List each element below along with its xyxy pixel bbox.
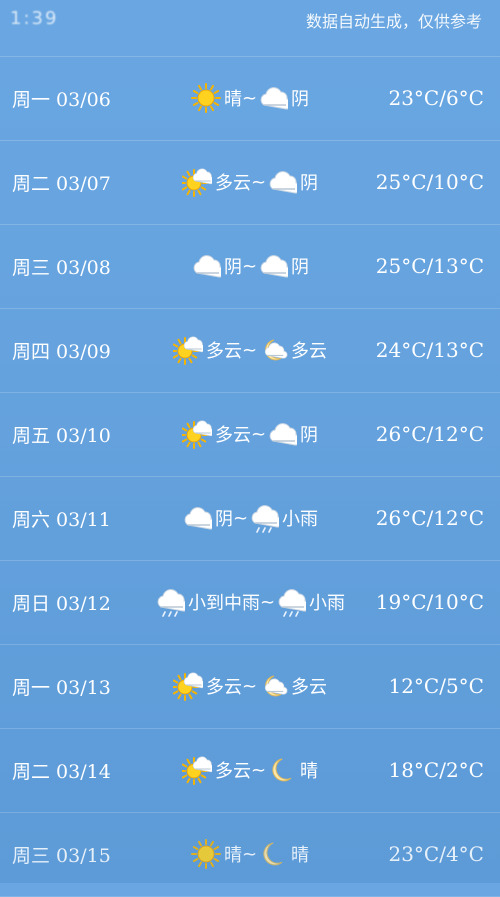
forecast-date: 周三 03/08 [12,256,111,279]
sun-icon [190,839,221,869]
day-condition: 阴 [214,509,233,530]
day-condition: 阴 [223,257,242,278]
forecast-row: 周二 03/07 多云 ~ 阴 25°C/10°C [0,140,500,225]
night-condition: 小雨 [309,593,346,614]
day-condition: 多云 [214,761,251,782]
forecast-row: 周一 03/06 晴 ~ 阴 23°C/6°C [0,56,500,141]
condition-separator: ~ [250,423,267,445]
forecast-conditions: 晴 ~ 晴 [150,839,350,869]
night-condition: 阴 [291,257,310,278]
temperature-range: 25°C/10°C [375,170,484,194]
cloud-icon [191,251,225,281]
night-condition: 阴 [300,425,319,446]
rain-cloud-icon [276,587,311,617]
temperature-range: 18°C/2°C [388,758,484,782]
night-condition: 多云 [291,341,328,362]
partly-cloudy-sun-icon [170,335,206,365]
temperature-range: 12°C/5°C [388,674,484,698]
forecast-date: 周五 03/10 [12,424,111,447]
forecast-date: 周日 03/12 [12,592,111,615]
cloud-icon [258,83,293,113]
rain-cloud-icon [249,503,284,533]
condition-separator: ~ [241,87,258,109]
partly-cloudy-moon-icon [258,671,288,701]
night-condition: 小雨 [282,509,319,530]
forecast-date: 周二 03/14 [12,760,111,783]
forecast-date: 周六 03/11 [12,508,111,531]
forecast-conditions: 多云 ~ 晴 [150,755,350,785]
day-condition: 多云 [214,425,251,446]
forecast-conditions: 晴 ~ 阴 [150,83,350,113]
forecast-conditions: 小到中雨 ~ 小雨 [150,587,350,617]
forecast-row: 周日 03/12 小到中雨 ~ 小雨 19°C/10°C [0,560,500,645]
condition-separator: ~ [250,759,267,781]
temperature-range: 26°C/12°C [375,506,484,530]
data-disclaimer: 数据自动生成，仅供参考 [305,12,482,31]
forecast-row: 周二 03/14 多云 ~ 晴 18°C/2°C [0,728,500,813]
rain-cloud-icon [155,587,189,617]
partly-cloudy-moon-icon [258,335,288,365]
day-condition: 多云 [205,341,242,362]
partly-cloudy-sun-icon [179,419,215,449]
cloud-icon [258,251,293,281]
day-condition: 小到中雨 [187,593,260,614]
condition-separator: ~ [241,675,258,697]
temperature-range: 25°C/13°C [375,254,484,278]
forecast-date: 周一 03/06 [12,88,111,111]
forecast-row: 周一 03/13 多云 ~ 多云 12°C/5°C [0,644,500,729]
night-condition: 阴 [300,173,319,194]
forecast-date: 周四 03/09 [12,340,111,363]
night-condition: 晴 [291,845,310,866]
moon-icon [267,755,297,785]
condition-separator: ~ [259,591,276,613]
cloud-icon [267,167,302,197]
forecast-row: 周四 03/09 多云 ~ 多云 24°C/13°C [0,308,500,393]
forecast-conditions: 阴 ~ 阴 [150,251,350,281]
status-header: 1:39 数据自动生成，仅供参考 [0,0,500,57]
forecast-date: 周二 03/07 [12,172,111,195]
temperature-range: 23°C/6°C [388,86,484,110]
forecast-row: 周六 03/11 阴 ~ 小雨 26°C/12°C [0,476,500,561]
status-time: 1:39 [10,8,59,29]
partly-cloudy-sun-icon [179,755,215,785]
forecast-row: 周三 03/08 阴 ~ 阴 25°C/13°C [0,224,500,309]
forecast-row: 周五 03/10 多云 ~ 阴 26°C/12°C [0,392,500,477]
sun-icon [190,83,221,113]
day-condition: 晴 [223,89,242,110]
forecast-date: 周一 03/13 [12,676,111,699]
temperature-range: 24°C/13°C [375,338,484,362]
forecast-conditions: 多云 ~ 阴 [150,167,350,197]
partly-cloudy-sun-icon [170,671,206,701]
moon-icon [258,839,288,869]
cloud-icon [182,503,216,533]
forecast-conditions: 多云 ~ 多云 [150,335,350,365]
cloud-icon [267,419,302,449]
day-condition: 多云 [205,677,242,698]
night-condition: 阴 [291,89,310,110]
forecast-conditions: 阴 ~ 小雨 [150,503,350,533]
forecast-date: 周三 03/15 [12,844,111,867]
forecast-conditions: 多云 ~ 多云 [150,671,350,701]
night-condition: 多云 [291,677,328,698]
condition-separator: ~ [241,843,258,865]
forecast-conditions: 多云 ~ 阴 [150,419,350,449]
night-condition: 晴 [300,761,319,782]
temperature-range: 23°C/4°C [388,842,484,866]
day-condition: 多云 [214,173,251,194]
condition-separator: ~ [241,255,258,277]
temperature-range: 19°C/10°C [375,590,484,614]
condition-separator: ~ [232,507,249,529]
temperature-range: 26°C/12°C [375,422,484,446]
condition-separator: ~ [241,339,258,361]
day-condition: 晴 [223,845,242,866]
forecast-row: 周三 03/15 晴 ~ 晴 23°C/4°C [0,812,500,897]
partly-cloudy-sun-icon [179,167,215,197]
condition-separator: ~ [250,171,267,193]
